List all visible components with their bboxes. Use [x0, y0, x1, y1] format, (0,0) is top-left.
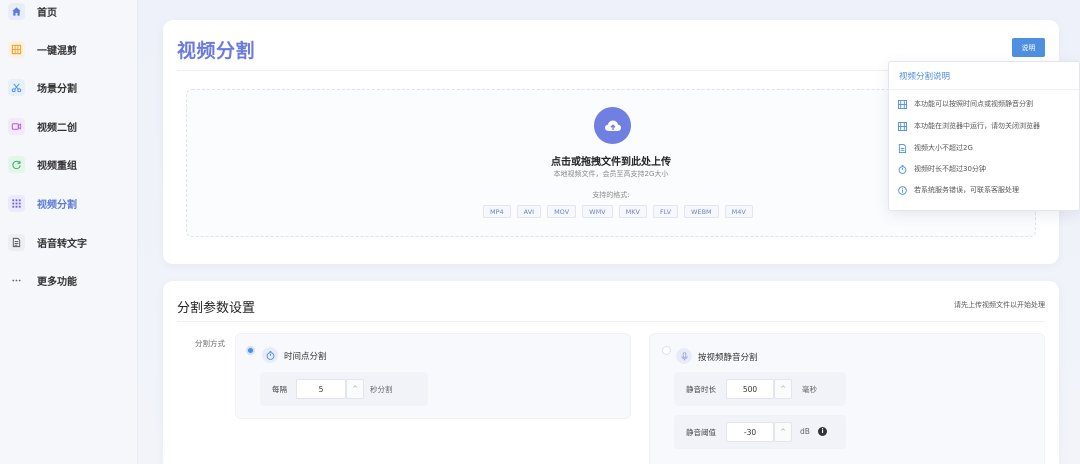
- document-icon: [8, 233, 25, 251]
- scissors-icon: [8, 78, 25, 96]
- time-split-radio[interactable]: [246, 346, 255, 355]
- sidebar-item-mix[interactable]: 一键混剪: [8, 36, 77, 62]
- sidebar-item-video-reorg[interactable]: 视频重组: [8, 151, 77, 177]
- sidebar-item-label: 一键混剪: [37, 45, 77, 57]
- interval-label: 每隔: [272, 385, 287, 394]
- home-icon: [8, 2, 25, 20]
- sidebar-item-home[interactable]: 首页: [8, 0, 57, 24]
- sidebar-item-video-split[interactable]: 视频分割: [8, 190, 77, 216]
- refresh-icon: [8, 155, 25, 173]
- divider: [177, 321, 1045, 322]
- silence-threshold-label: 静音阈值: [686, 428, 716, 437]
- settings-card: 分割参数设置 请先上传视频文件以开始处理 分割方式 时间点分割 每隔 5 ^ 秒…: [163, 281, 1059, 464]
- more-icon: [8, 272, 25, 289]
- film-icon: [897, 99, 907, 109]
- stopwatch-icon: [262, 347, 278, 363]
- timer-icon: [897, 164, 907, 174]
- sidebar: 首页 一键混剪 场景分割 视频二创 视频重组 视频分割 语音转文字 更多功能: [0, 0, 138, 464]
- sidebar-item-video-remix[interactable]: 视频二创: [8, 113, 77, 139]
- sidebar-item-speech-to-text[interactable]: 语音转文字: [8, 229, 87, 255]
- settings-hint: 请先上传视频文件以开始处理: [954, 301, 1045, 309]
- stepper-up-icon[interactable]: ^: [774, 422, 792, 442]
- grid-icon: [8, 40, 25, 58]
- silence-threshold-row: 静音阈值 -30 ^ dB i: [674, 415, 846, 449]
- stepper-up-icon[interactable]: ^: [346, 379, 364, 399]
- silence-threshold-input[interactable]: -30: [726, 422, 774, 442]
- interval-unit: 秒分割: [370, 385, 393, 394]
- format-tag: MKV: [618, 205, 647, 218]
- format-tag: FLV: [652, 205, 679, 218]
- silence-duration-row: 静音时长 500 ^ 毫秒: [674, 372, 846, 406]
- format-tag: MOV: [547, 205, 577, 218]
- format-tag: M4V: [724, 205, 753, 218]
- sidebar-item-label: 更多功能: [37, 276, 77, 288]
- silence-duration-unit: 毫秒: [802, 385, 817, 394]
- format-tag: WEBM: [684, 205, 719, 218]
- sidebar-item-label: 首页: [37, 7, 57, 19]
- popover-item: 若系统服务错误，可联系客服处理: [897, 185, 1019, 195]
- time-split-option[interactable]: 时间点分割 每隔 5 ^ 秒分割: [235, 333, 631, 419]
- popover-item: 视频大小不超过2G: [897, 143, 973, 153]
- microphone-icon: [676, 348, 692, 364]
- format-tag: AVI: [516, 205, 542, 218]
- silence-duration-label: 静音时长: [686, 385, 716, 394]
- divider: [889, 89, 1079, 90]
- help-popover: 视频分割说明 本功能可以按照时间点或视频静音分割 本功能在浏览器中运行，请勿关闭…: [888, 61, 1080, 211]
- sidebar-item-label: 视频分割: [37, 199, 77, 211]
- sidebar-item-more[interactable]: 更多功能: [8, 267, 77, 293]
- format-tag: WMV: [582, 205, 613, 218]
- split-mode-label: 分割方式: [195, 339, 225, 348]
- info-icon[interactable]: i: [818, 427, 827, 436]
- time-split-label: 时间点分割: [284, 352, 327, 362]
- format-tag: MP4: [483, 205, 511, 218]
- silence-split-radio[interactable]: [662, 346, 671, 355]
- info-circle-icon: [897, 185, 907, 195]
- film-icon: [897, 121, 907, 131]
- popover-item: 视频时长不超过30分钟: [897, 164, 986, 174]
- video-camera-icon: [8, 117, 25, 135]
- sidebar-item-scene-split[interactable]: 场景分割: [8, 74, 77, 100]
- sidebar-item-label: 语音转文字: [37, 238, 87, 250]
- silence-duration-input[interactable]: 500: [726, 379, 774, 399]
- stepper-up-icon[interactable]: ^: [774, 379, 792, 399]
- popover-title: 视频分割说明: [899, 72, 951, 82]
- file-icon: [897, 143, 907, 153]
- silence-threshold-unit: dB: [800, 427, 810, 436]
- cloud-upload-icon: [594, 107, 631, 144]
- popover-item: 本功能在浏览器中运行，请勿关闭浏览器: [897, 121, 1040, 131]
- page-title: 视频分割: [177, 40, 256, 62]
- popover-item-text: 视频时长不超过30分钟: [914, 165, 986, 173]
- popover-item-text: 若系统服务错误，可联系客服处理: [914, 186, 1019, 194]
- split-grid-icon: [8, 194, 25, 212]
- popover-item: 本功能可以按照时间点或视频静音分割: [897, 99, 1033, 109]
- sidebar-item-label: 场景分割: [37, 83, 77, 95]
- help-button[interactable]: 说明: [1012, 38, 1045, 57]
- format-list: MP4 AVI MOV WMV MKV FLV WEBM M4V: [483, 205, 753, 218]
- interval-input[interactable]: 5: [296, 379, 346, 399]
- popover-item-text: 本功能在浏览器中运行，请勿关闭浏览器: [914, 122, 1040, 130]
- popover-item-text: 视频大小不超过2G: [914, 144, 973, 152]
- interval-row: 每隔 5 ^ 秒分割: [260, 372, 428, 406]
- sidebar-item-label: 视频重组: [37, 160, 77, 172]
- settings-title: 分割参数设置: [177, 301, 256, 316]
- silence-split-label: 按视频静音分割: [698, 353, 758, 363]
- silence-split-option[interactable]: 按视频静音分割 静音时长 500 ^ 毫秒 静音阈值 -30 ^ dB i: [649, 333, 1045, 464]
- popover-item-text: 本功能可以按照时间点或视频静音分割: [914, 100, 1033, 108]
- sidebar-item-label: 视频二创: [37, 122, 77, 134]
